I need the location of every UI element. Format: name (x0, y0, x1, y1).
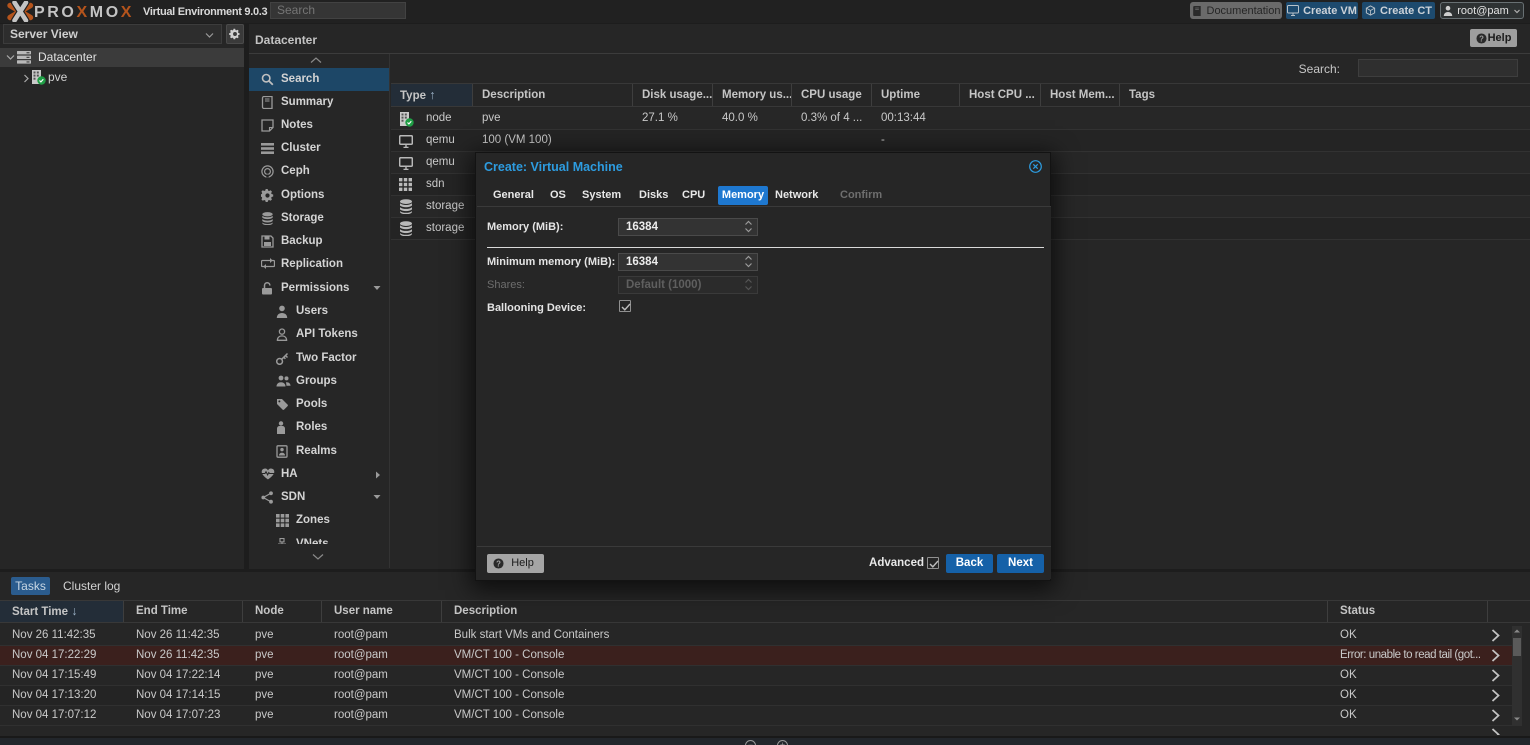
svg-text:?: ? (1479, 34, 1484, 43)
svg-text:PROXMOX: PROXMOX (34, 4, 134, 21)
svg-text:?: ? (496, 559, 501, 568)
